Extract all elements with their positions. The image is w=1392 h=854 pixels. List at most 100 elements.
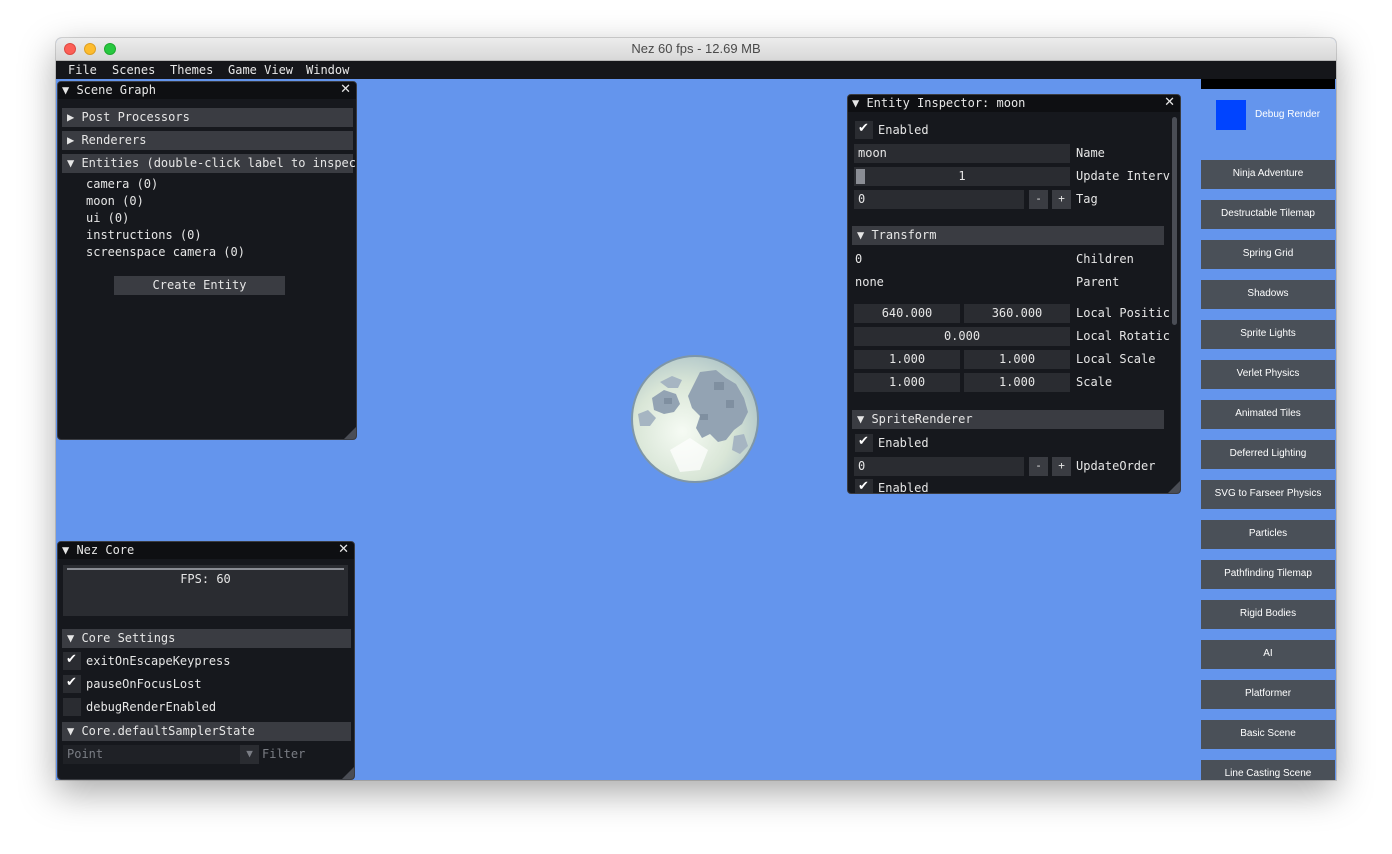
tag-input[interactable]: 0 xyxy=(854,190,1024,209)
renderers-header[interactable]: ▶ Renderers xyxy=(62,131,353,150)
scene-button-label: Line Casting Scene xyxy=(1224,768,1312,779)
scene-graph-titlebar[interactable]: ▼ Scene Graph ✕ xyxy=(58,82,356,99)
sprite-enabled2-label: Enabled xyxy=(878,481,929,494)
scene-button-destructable-tilemap[interactable]: Destructable Tilemap xyxy=(1201,200,1335,229)
checkmark-icon: ✔ xyxy=(858,434,869,449)
entity-enabled-label: Enabled xyxy=(878,123,929,137)
pause-on-focus-lost-label: pauseOnFocusLost xyxy=(86,677,202,691)
local-position-x-input[interactable]: 640.000 xyxy=(854,304,960,323)
local-scale-y-input[interactable]: 1.000 xyxy=(964,350,1070,369)
sprite-enabled-checkbox[interactable]: ✔ xyxy=(855,434,873,452)
scene-button-label: Verlet Physics xyxy=(1236,368,1300,379)
scene-button-particles[interactable]: Particles xyxy=(1201,520,1335,549)
chevron-down-icon[interactable]: ▼ xyxy=(240,745,259,764)
entity-enabled-checkbox[interactable]: ✔ xyxy=(855,121,873,139)
exit-on-escape-checkbox[interactable]: ✔ xyxy=(63,652,81,670)
checkmark-icon: ✔ xyxy=(66,675,77,690)
scene-button-svg-to-farseer-physics[interactable]: SVG to Farseer Physics xyxy=(1201,480,1335,509)
menu-bar: File Scenes Themes Game View Window xyxy=(56,61,1336,79)
scene-button-platformer[interactable]: Platformer xyxy=(1201,680,1335,709)
scene-button-label: Pathfinding Tilemap xyxy=(1224,568,1312,579)
entity-item-screenspace-camera[interactable]: screenspace camera (0) xyxy=(86,245,245,259)
update-order-input[interactable]: 0 xyxy=(854,457,1024,476)
inspector-scrollbar[interactable] xyxy=(1172,117,1177,325)
fps-graph: FPS: 60 xyxy=(63,565,348,616)
menu-scenes[interactable]: Scenes xyxy=(112,63,155,77)
renderers-label: Renderers xyxy=(81,133,147,147)
scene-button-ninja-adventure[interactable]: Ninja Adventure xyxy=(1201,160,1335,189)
scene-button-line-casting-scene[interactable]: Line Casting Scene xyxy=(1201,760,1335,780)
sampler-filter-select[interactable]: Point xyxy=(63,745,243,764)
entity-name-input[interactable]: moon xyxy=(854,144,1070,163)
tag-decrement-button[interactable]: - xyxy=(1029,190,1048,209)
scene-button-shadows[interactable]: Shadows xyxy=(1201,280,1335,309)
checkmark-icon: ✔ xyxy=(66,652,77,667)
scene-button-label: Ninja Adventure xyxy=(1232,168,1304,179)
tag-increment-button[interactable]: + xyxy=(1052,190,1071,209)
parent-label: Parent xyxy=(1076,275,1120,289)
scene-button-verlet-physics[interactable]: Verlet Physics xyxy=(1201,360,1335,389)
children-label: Children xyxy=(1076,252,1134,266)
window-titlebar: Nez 60 fps - 12.69 MB xyxy=(56,38,1336,61)
scene-button-basic-scene[interactable]: Basic Scene xyxy=(1201,720,1335,749)
scene-button-pathfinding-tilemap[interactable]: Pathfinding Tilemap xyxy=(1201,560,1335,589)
nez-core-panel: ▼ Nez Core ✕ FPS: 60 ▼ Core Settings ✔ e… xyxy=(57,541,355,780)
update-order-label: UpdateOrder xyxy=(1076,459,1156,473)
debug-render-label: Debug Render xyxy=(1255,109,1321,120)
local-rotation-input[interactable]: 0.000 xyxy=(854,327,1070,346)
scene-button-spring-grid[interactable]: Spring Grid xyxy=(1201,240,1335,269)
entity-item-moon[interactable]: moon (0) xyxy=(86,194,144,208)
debug-render-enabled-checkbox[interactable] xyxy=(63,698,81,716)
resize-grip[interactable] xyxy=(1168,481,1180,493)
sprite-enabled2-checkbox[interactable]: ✔ xyxy=(855,479,873,493)
scene-button-label: Shadows xyxy=(1247,288,1289,299)
sprite-renderer-header[interactable]: ▼ SpriteRenderer xyxy=(852,410,1164,429)
scene-button-ai[interactable]: AI xyxy=(1201,640,1335,669)
sampler-state-header[interactable]: ▼ Core.defaultSamplerState xyxy=(62,722,351,741)
nez-core-titlebar[interactable]: ▼ Nez Core ✕ xyxy=(58,542,354,559)
entity-item-ui[interactable]: ui (0) xyxy=(86,211,129,225)
update-order-decrement-button[interactable]: - xyxy=(1029,457,1048,476)
scene-button-rigid-bodies[interactable]: Rigid Bodies xyxy=(1201,600,1335,629)
entities-header[interactable]: ▼ Entities (double-click label to inspec xyxy=(62,154,356,173)
scene-button-label: Spring Grid xyxy=(1242,248,1294,259)
pause-on-focus-lost-checkbox[interactable]: ✔ xyxy=(63,675,81,693)
scene-graph-title: ▼ Scene Graph xyxy=(62,83,156,97)
local-position-y-input[interactable]: 360.000 xyxy=(964,304,1070,323)
window-title: Nez 60 fps - 12.69 MB xyxy=(631,41,761,56)
create-entity-button[interactable]: Create Entity xyxy=(114,276,285,295)
post-processors-label: Post Processors xyxy=(81,110,190,124)
local-scale-label: Local Scale xyxy=(1076,352,1156,366)
entity-item-instructions[interactable]: instructions (0) xyxy=(86,228,202,242)
core-settings-header[interactable]: ▼ Core Settings xyxy=(62,629,351,648)
entities-label: Entities (double-click label to inspec xyxy=(81,156,356,170)
close-icon[interactable]: ✕ xyxy=(340,82,351,97)
entity-inspector-title: ▼ Entity Inspector: moon xyxy=(852,96,1026,110)
scene-button-animated-tiles[interactable]: Animated Tiles xyxy=(1201,400,1335,429)
scene-button-label: AI xyxy=(1263,648,1273,659)
scene-button-deferred-lighting[interactable]: Deferred Lighting xyxy=(1201,440,1335,469)
menu-window[interactable]: Window xyxy=(306,63,349,77)
core-settings-label: Core Settings xyxy=(81,631,176,645)
close-icon[interactable]: ✕ xyxy=(1164,95,1175,110)
update-interval-slider[interactable]: 1 xyxy=(854,167,1070,186)
resize-grip[interactable] xyxy=(342,767,354,779)
entity-inspector-titlebar[interactable]: ▼ Entity Inspector: moon ✕ xyxy=(848,95,1180,112)
menu-themes[interactable]: Themes xyxy=(170,63,213,77)
debug-render-toggle[interactable] xyxy=(1216,100,1246,130)
update-order-increment-button[interactable]: + xyxy=(1052,457,1071,476)
local-scale-x-input[interactable]: 1.000 xyxy=(854,350,960,369)
menu-game-view[interactable]: Game View xyxy=(228,63,293,77)
menu-file[interactable]: File xyxy=(68,63,97,77)
entity-item-camera[interactable]: camera (0) xyxy=(86,177,158,191)
scene-button-sprite-lights[interactable]: Sprite Lights xyxy=(1201,320,1335,349)
scene-button-label: Rigid Bodies xyxy=(1239,608,1297,619)
sidebar-top-strip xyxy=(1201,79,1335,89)
transform-header[interactable]: ▼ Transform xyxy=(852,226,1164,245)
resize-grip[interactable] xyxy=(344,427,356,439)
post-processors-header[interactable]: ▶ Post Processors xyxy=(62,108,353,127)
scale-x-input[interactable]: 1.000 xyxy=(854,373,960,392)
close-icon[interactable]: ✕ xyxy=(338,542,349,557)
scale-y-input[interactable]: 1.000 xyxy=(964,373,1070,392)
app-window: Nez 60 fps - 12.69 MB File Scenes Themes… xyxy=(56,38,1336,780)
